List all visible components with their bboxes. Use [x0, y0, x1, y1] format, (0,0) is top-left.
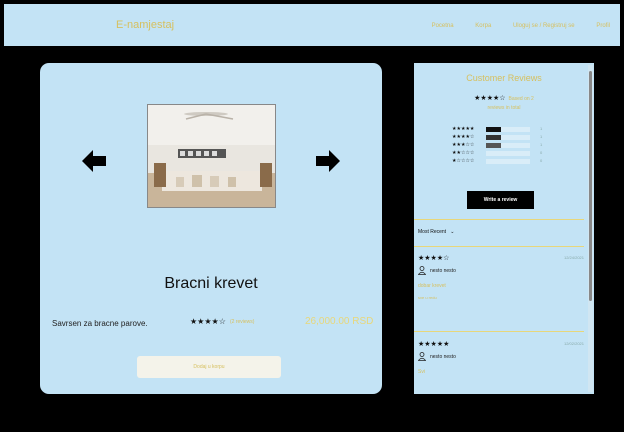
reviews-title: Customer Reviews — [466, 73, 542, 83]
review-heading: dobar krevet — [418, 283, 446, 289]
nav-link-cart[interactable]: Korpa — [475, 23, 491, 29]
divider — [414, 219, 584, 220]
breakdown-stars: ★★★☆☆ — [452, 142, 475, 148]
breakdown-row[interactable]: ★★★★★ 1 — [452, 126, 552, 134]
breakdown-bar — [486, 151, 530, 156]
breakdown-fill — [486, 143, 501, 148]
overall-subtitle: reviews in total — [487, 105, 521, 111]
scrollbar-thumb[interactable] — [589, 71, 592, 301]
breakdown-count: 1 — [540, 126, 543, 131]
breakdown-bar — [486, 143, 530, 148]
brand-logo[interactable]: E-namjestaj — [116, 19, 174, 31]
breakdown-bar — [486, 159, 530, 164]
breakdown-stars: ★☆☆☆☆ — [452, 158, 475, 164]
review-stars: ★★★★★ — [418, 341, 450, 348]
review-body: sve u redu — [418, 295, 437, 300]
nav-links: Pocetna Korpa Uloguj se / Registruj se P… — [412, 23, 610, 29]
product-description: Savrsen za bracne parove. — [52, 319, 148, 328]
divider — [414, 331, 584, 332]
user-icon — [418, 352, 426, 361]
review-date: 12/24/2021 — [563, 255, 584, 260]
product-card: Bracni krevet Savrsen za bracne parove. … — [40, 63, 382, 394]
arrow-right-icon[interactable] — [316, 149, 340, 173]
breakdown-count: 0 — [540, 150, 543, 155]
sort-dropdown[interactable]: Most Recent ⌄ — [418, 229, 454, 235]
breakdown-bar — [486, 127, 530, 132]
review-username: nesto nesto — [430, 267, 456, 274]
chevron-down-icon: ⌄ — [447, 229, 455, 235]
write-review-button[interactable]: Write a review — [467, 191, 534, 209]
nav-link-home[interactable]: Pocetna — [432, 23, 454, 29]
product-rating-count: (2 reviews) — [230, 319, 255, 325]
breakdown-bar — [486, 135, 530, 140]
breakdown-stars: ★★★★☆ — [452, 134, 475, 140]
overall-rating: ★★★★☆ Based on 2 — [414, 94, 594, 102]
product-rating-stars: ★★★★☆ — [190, 317, 226, 326]
add-to-cart-button[interactable]: Dodaj u korpu — [137, 356, 281, 378]
review-item: ★★★★☆ 12/24/2021 nesto nesto dobar kreve… — [418, 254, 584, 300]
divider — [414, 246, 584, 247]
product-price: 26,000.00 RSD — [305, 316, 374, 327]
breakdown-count: 1 — [540, 142, 543, 147]
breakdown-row[interactable]: ★★★★☆ 1 — [452, 134, 552, 142]
reviews-scrollbar[interactable] — [588, 65, 593, 392]
product-image — [147, 104, 276, 208]
review-date: 12/02/2021 — [563, 341, 584, 346]
nav-link-login[interactable]: Uloguj se / Registruj se — [513, 23, 575, 29]
nav-link-profile[interactable]: Profil — [596, 23, 610, 29]
breakdown-count: 0 — [540, 158, 543, 163]
breakdown-fill — [486, 127, 501, 132]
breakdown-row[interactable]: ★★★☆☆ 1 — [452, 142, 552, 150]
breakdown-fill — [486, 135, 501, 140]
review-user: nesto nesto — [418, 352, 584, 361]
arrow-left-icon[interactable] — [82, 149, 106, 173]
sort-label: Most Recent — [418, 229, 447, 235]
overall-count: Based on 2 — [508, 96, 534, 102]
user-icon — [418, 266, 426, 275]
rating-breakdown: ★★★★★ 1 ★★★★☆ 1 ★★★☆☆ 1 ★★☆☆☆ 0 ★☆☆☆☆ 0 — [452, 126, 552, 166]
breakdown-stars: ★★☆☆☆ — [452, 150, 475, 156]
breakdown-row[interactable]: ★★☆☆☆ 0 — [452, 150, 552, 158]
navbar: E-namjestaj Pocetna Korpa Uloguj se / Re… — [4, 4, 620, 46]
breakdown-count: 1 — [540, 134, 543, 139]
review-username: nesto nesto — [430, 353, 456, 360]
product-title: Bracni krevet — [164, 275, 258, 292]
review-stars: ★★★★☆ — [418, 255, 450, 262]
breakdown-stars: ★★★★★ — [452, 126, 475, 132]
overall-stars: ★★★★☆ — [474, 95, 506, 102]
review-user: nesto nesto — [418, 266, 584, 275]
breakdown-row[interactable]: ★☆☆☆☆ 0 — [452, 158, 552, 166]
reviews-panel: Customer Reviews ★★★★☆ Based on 2 reviews… — [414, 63, 594, 394]
review-heading: Svi — [418, 369, 425, 375]
review-item: ★★★★★ 12/02/2021 nesto nesto Svi — [418, 340, 584, 375]
